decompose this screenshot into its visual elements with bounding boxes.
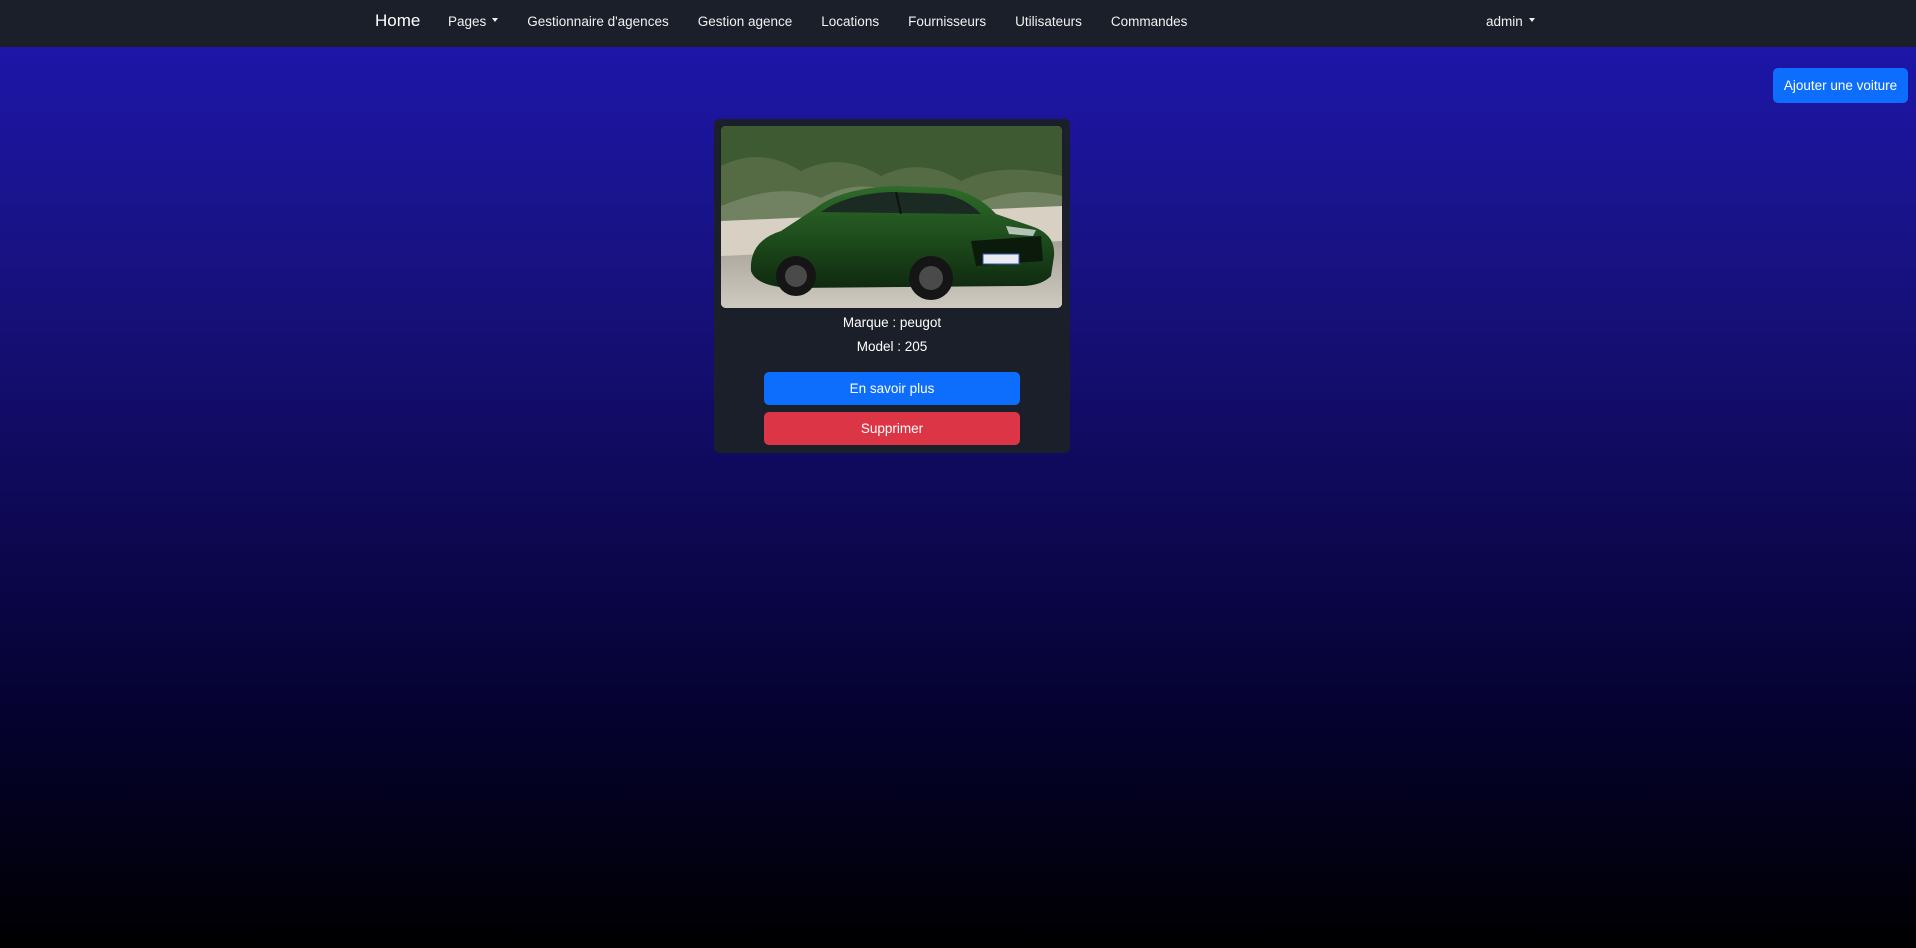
user-menu-label: admin <box>1486 14 1523 29</box>
top-navbar: Home Pages Gestionnaire d'agences Gestio… <box>0 0 1916 47</box>
nav-links: Pages Gestionnaire d'agences Gestion age… <box>448 14 1216 29</box>
nav-link-pages-label: Pages <box>448 14 487 29</box>
details-button[interactable]: En savoir plus <box>764 372 1020 405</box>
car-card: Marque : peugot Model : 205 En savoir pl… <box>714 119 1070 453</box>
car-model: Model : 205 <box>856 339 928 354</box>
nav-link-utilisateurs[interactable]: Utilisateurs <box>1015 14 1082 29</box>
delete-button[interactable]: Supprimer <box>764 412 1020 445</box>
nav-link-pages[interactable]: Pages <box>448 14 499 29</box>
car-photo-icon <box>721 126 1062 308</box>
nav-link-fournisseurs[interactable]: Fournisseurs <box>908 14 986 29</box>
add-car-button[interactable]: Ajouter une voiture <box>1773 68 1908 103</box>
nav-brand-home[interactable]: Home <box>375 11 420 31</box>
caret-down-icon <box>1528 18 1535 23</box>
nav-link-gestion-agence[interactable]: Gestion agence <box>698 14 793 29</box>
nav-link-commandes[interactable]: Commandes <box>1111 14 1188 29</box>
nav-link-locations[interactable]: Locations <box>821 14 879 29</box>
user-menu[interactable]: admin <box>1486 14 1535 29</box>
caret-down-icon <box>492 18 499 23</box>
nav-link-gestionnaire-agences[interactable]: Gestionnaire d'agences <box>527 14 668 29</box>
car-brand: Marque : peugot <box>842 315 942 330</box>
